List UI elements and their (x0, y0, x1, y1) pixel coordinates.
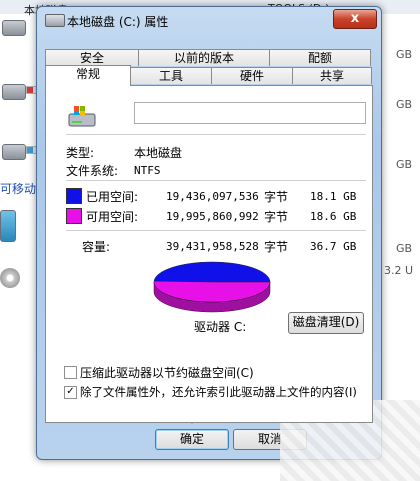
filesystem-value: NTFS (134, 164, 161, 177)
free-space-label: 可用空间: (86, 210, 139, 224)
type-value: 本地磁盘 (134, 146, 183, 160)
divider (66, 180, 366, 181)
free-space-swatch (66, 208, 82, 224)
tab-general[interactable]: 常规 (45, 65, 131, 86)
drive-letter-label: 驱动器 C: (194, 320, 247, 334)
capacity-label: 容量: (82, 240, 111, 254)
index-label[interactable]: 除了文件属性外，还允许索引此驱动器上文件的内容(I) (80, 384, 357, 400)
used-space-size: 18.1 GB (310, 190, 357, 203)
pie-slice-used (153, 261, 271, 283)
filesystem-label: 文件系统: (66, 164, 119, 178)
disk-cleanup-button[interactable]: 磁盘清理(D) (288, 312, 364, 334)
divider (66, 134, 366, 135)
index-checkbox[interactable]: ✓ (64, 386, 77, 399)
used-space-unit: 字节 (264, 190, 289, 204)
compress-checkbox[interactable] (64, 366, 77, 379)
drive-icon (68, 106, 96, 127)
used-space-swatch (66, 188, 82, 204)
divider (66, 230, 366, 231)
capacity-unit: 字节 (264, 240, 289, 254)
type-label: 类型: (66, 146, 95, 160)
drive-name-input[interactable] (134, 102, 366, 124)
compress-label[interactable]: 压缩此驱动器以节约磁盘空间(C) (80, 364, 254, 381)
general-panel: 类型: 本地磁盘 文件系统: NTFS 已用空间: 19,436,097,536… (45, 85, 373, 423)
disk-usage-pie (153, 261, 271, 313)
free-space-unit: 字节 (264, 210, 289, 224)
capacity-bytes: 39,431,958,528 (166, 240, 259, 253)
used-space-bytes: 19,436,097,536 (166, 190, 259, 203)
capacity-size: 36.7 GB (310, 240, 357, 253)
used-space-label: 已用空间: (86, 190, 139, 204)
free-space-size: 18.6 GB (310, 210, 357, 223)
free-space-bytes: 19,995,860,992 (166, 210, 259, 223)
